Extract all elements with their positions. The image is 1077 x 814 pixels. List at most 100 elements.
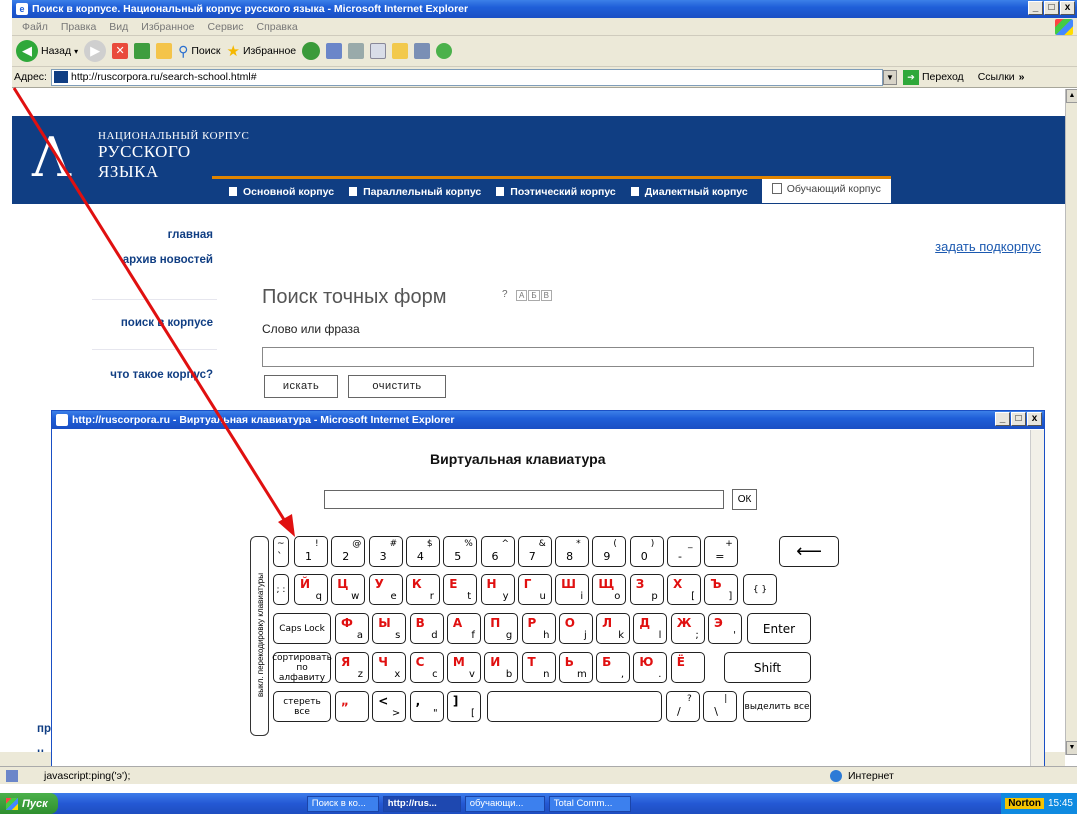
menu-favorites[interactable]: Избранное: [141, 21, 194, 33]
erase-all-key[interactable]: стереть все: [273, 691, 331, 722]
scroll-down-icon[interactable]: ▼: [1066, 741, 1077, 755]
key[interactable]: Уe: [368, 574, 403, 605]
minimize-button[interactable]: _: [1028, 1, 1043, 15]
task-search[interactable]: Поиск в ко...: [306, 795, 379, 812]
messenger-icon[interactable]: [436, 43, 453, 59]
norton-badge[interactable]: Norton: [1005, 798, 1044, 809]
chevron-right-icon[interactable]: »: [1019, 71, 1025, 83]
key[interactable]: ` ~: [273, 536, 289, 567]
help-icon[interactable]: ?: [502, 289, 508, 300]
space-key[interactable]: [487, 691, 662, 722]
key[interactable]: Гu: [517, 574, 552, 605]
ok-button[interactable]: ОК: [732, 489, 757, 510]
tab-poetic-corpus[interactable]: Поэтический корпус: [495, 186, 616, 198]
forward-arrow-icon[interactable]: ▶: [84, 40, 107, 62]
close-button[interactable]: x: [1060, 1, 1075, 15]
menu-edit[interactable]: Правка: [61, 21, 96, 33]
key[interactable]: Оj: [558, 613, 593, 644]
menu-tools[interactable]: Сервис: [208, 21, 244, 33]
history-icon[interactable]: [302, 42, 321, 60]
key[interactable]: ][: [446, 691, 481, 722]
key[interactable]: Нy: [480, 574, 515, 605]
refresh-icon[interactable]: [134, 43, 151, 59]
back-button[interactable]: ◀ Назад ▾: [16, 40, 78, 62]
nav-news-archive[interactable]: архив новостей: [123, 254, 213, 266]
set-subcorpus-link[interactable]: задать подкорпус: [935, 239, 1041, 254]
key[interactable]: 8 *: [555, 536, 590, 567]
nav-home[interactable]: главная: [168, 229, 213, 241]
maximize-button[interactable]: □: [1044, 1, 1059, 15]
key[interactable]: Аf: [446, 613, 481, 644]
nav-what-is-corpus[interactable]: что такое корпус?: [110, 369, 213, 381]
key[interactable]: Фa: [335, 613, 369, 644]
key[interactable]: Яz: [335, 652, 369, 683]
task-total-commander[interactable]: Total Comm...: [548, 795, 631, 812]
shift-key[interactable]: Shift: [724, 652, 811, 683]
key[interactable]: Пg: [484, 613, 519, 644]
key[interactable]: Дl: [633, 613, 668, 644]
address-dropdown-icon[interactable]: ▼: [882, 69, 897, 85]
key[interactable]: Х[: [667, 574, 701, 605]
key[interactable]: Цw: [331, 574, 366, 605]
key[interactable]: ; :: [273, 574, 289, 605]
key[interactable]: 6 ^: [480, 536, 515, 567]
key[interactable]: Ыs: [372, 613, 407, 644]
key[interactable]: Вd: [409, 613, 444, 644]
key[interactable]: Шi: [555, 574, 590, 605]
mail-icon[interactable]: [326, 43, 343, 59]
key[interactable]: Ъ]: [704, 574, 739, 605]
research-icon[interactable]: [414, 43, 431, 59]
key[interactable]: < >: [372, 691, 407, 722]
menu-view[interactable]: Вид: [109, 21, 128, 33]
go-arrow-icon[interactable]: ➔: [902, 69, 919, 85]
tab-parallel-corpus[interactable]: Параллельный корпус: [348, 186, 481, 198]
word-icon[interactable]: [370, 43, 387, 59]
key[interactable]: 0): [629, 536, 664, 567]
task-keyboard-window[interactable]: http://rus...: [382, 795, 461, 812]
key[interactable]: Зp: [629, 574, 664, 605]
phrase-input[interactable]: [262, 347, 1034, 367]
site-logo[interactable]: Λ: [32, 128, 86, 190]
menu-file[interactable]: Файл: [22, 21, 48, 33]
keyboard-input[interactable]: [324, 490, 724, 509]
address-input[interactable]: http://ruscorpora.ru/search-school.html#: [50, 68, 883, 86]
favorites-button[interactable]: ★ Избранное: [226, 42, 296, 60]
home-icon[interactable]: [156, 43, 173, 59]
menu-help[interactable]: Справка: [256, 21, 297, 33]
scroll-up-icon[interactable]: ▲: [1066, 89, 1077, 103]
tab-main-corpus[interactable]: Основной корпус: [228, 186, 334, 198]
key[interactable]: Лk: [596, 613, 631, 644]
links-button[interactable]: Ссылки: [978, 71, 1015, 83]
select-all-key[interactable]: выделить все: [743, 691, 811, 722]
search-button[interactable]: ⚲ Поиск: [178, 43, 220, 60]
key[interactable]: 7 &: [517, 536, 552, 567]
key[interactable]: Ё: [670, 652, 705, 683]
tab-educational-corpus[interactable]: Обучающий корпус: [761, 178, 891, 203]
key[interactable]: Мv: [446, 652, 481, 683]
recoding-toggle[interactable]: выкл. перекодировку клавиатуры: [250, 536, 269, 736]
key[interactable]: Ьm: [558, 652, 593, 683]
key[interactable]: 9(: [592, 536, 627, 567]
print-icon[interactable]: [348, 43, 365, 59]
enter-key[interactable]: Enter: [747, 613, 811, 644]
sort-key[interactable]: сортировать по алфавиту: [272, 652, 332, 683]
key[interactable]: Йq: [294, 574, 328, 605]
nav-partial-link[interactable]: пр: [37, 723, 51, 735]
task-word-doc[interactable]: обучающи...: [464, 795, 545, 812]
popup-close-button[interactable]: x: [1027, 412, 1042, 426]
key[interactable]: , ": [409, 691, 444, 722]
clear-button[interactable]: очистить: [348, 375, 446, 398]
key[interactable]: 4 $: [405, 536, 440, 567]
key[interactable]: Б,: [596, 652, 631, 683]
key[interactable]: 3 #: [368, 536, 403, 567]
key[interactable]: Сc: [409, 652, 444, 683]
caps-lock-key[interactable]: Caps Lock: [273, 613, 331, 644]
popup-minimize-button[interactable]: _: [995, 412, 1010, 426]
key[interactable]: /?: [666, 691, 700, 722]
tab-dialect-corpus[interactable]: Диалектный корпус: [629, 186, 748, 198]
key[interactable]: = +: [704, 536, 739, 567]
go-button[interactable]: Переход: [922, 71, 964, 83]
key[interactable]: Кr: [405, 574, 440, 605]
popup-scrollbar[interactable]: [1030, 430, 1044, 767]
key[interactable]: - _: [667, 536, 701, 567]
